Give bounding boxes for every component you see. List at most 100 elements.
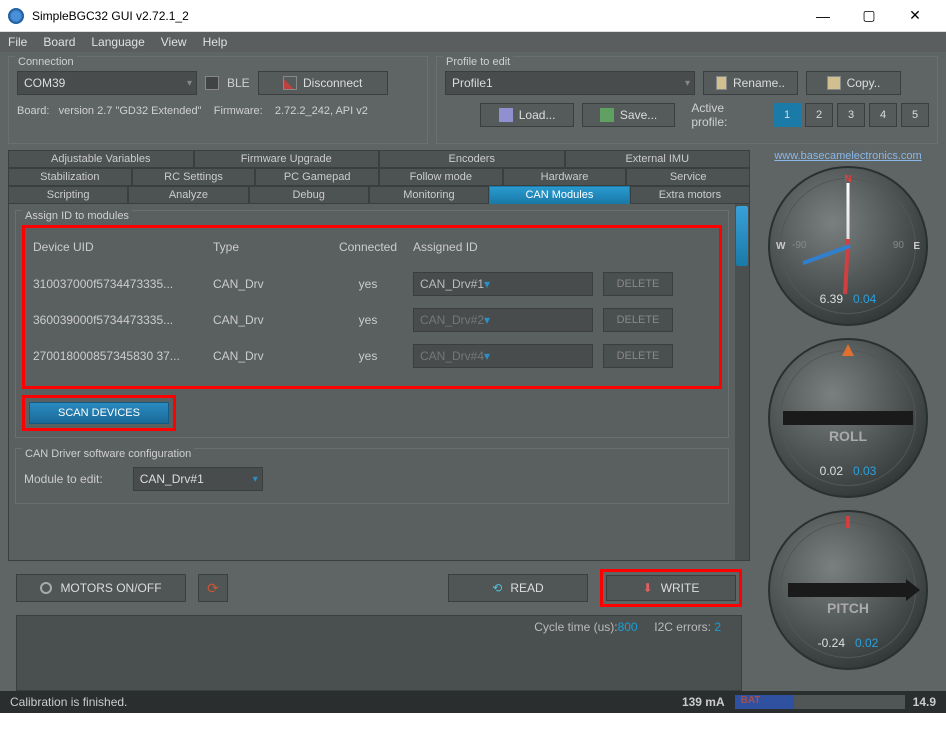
connection-panel: Connection COM39▾ BLE Disconnect Board: … <box>8 56 428 144</box>
pitch-arrow <box>788 583 908 597</box>
assigned-id-combo[interactable]: CAN_Drv#2▾ <box>413 308 593 332</box>
rename-button[interactable]: Rename.. <box>703 71 798 95</box>
pitch-gauge: -90 90 PITCH -0.24 0.02 <box>768 510 928 670</box>
menu-view[interactable]: View <box>161 35 187 49</box>
close-button[interactable]: ✕ <box>892 1 938 31</box>
device-table-highlight: Device UID Type Connected Assigned ID 31… <box>22 225 722 389</box>
copy-button[interactable]: Copy.. <box>806 71 901 95</box>
profile-panel: Profile to edit Profile1▾ Rename.. Copy.… <box>436 56 938 144</box>
scrollbar[interactable] <box>735 204 749 560</box>
assigned-id-combo[interactable]: CAN_Drv#4▾ <box>413 344 593 368</box>
window-title: SimpleBGC32 GUI v2.72.1_2 <box>32 9 800 23</box>
website-link[interactable]: www.basecamelectronics.com <box>774 150 921 162</box>
module-to-edit-combo[interactable]: CAN_Drv#1▾ <box>133 467 263 491</box>
profile-title: Profile to edit <box>443 56 513 68</box>
menu-language[interactable]: Language <box>91 35 144 49</box>
scrollbar-thumb[interactable] <box>736 206 748 266</box>
battery-value: 14.9 <box>913 695 936 709</box>
table-row: 360039000f5734473335... CAN_Drv yes CAN_… <box>33 302 711 338</box>
write-icon: ⬇ <box>643 581 653 595</box>
table-header: Device UID Type Connected Assigned ID <box>33 234 711 266</box>
menu-board[interactable]: Board <box>43 35 75 49</box>
action-bar: MOTORS ON/OFF ⟳ ⟲ READ ⬇ WRITE <box>8 561 750 615</box>
minimize-button[interactable]: — <box>800 1 846 31</box>
tab-service[interactable]: Service <box>626 168 750 186</box>
chevron-down-icon: ▾ <box>484 349 490 363</box>
scan-highlight: SCAN DEVICES <box>22 395 176 431</box>
tab-bar: Adjustable Variables Firmware Upgrade En… <box>8 150 750 204</box>
assigned-id-combo[interactable]: CAN_Drv#1▾ <box>413 272 593 296</box>
abort-button[interactable]: ⟳ <box>198 574 228 602</box>
motors-toggle-button[interactable]: MOTORS ON/OFF <box>16 574 186 602</box>
roll-marker-icon <box>842 344 854 356</box>
module-to-edit-label: Module to edit: <box>24 472 103 486</box>
gauges-panel: www.basecamelectronics.com N W E -90 90 … <box>758 150 938 691</box>
port-combo[interactable]: COM39▾ <box>17 71 197 95</box>
tab-pc-gamepad[interactable]: PC Gamepad <box>255 168 379 186</box>
menu-file[interactable]: File <box>8 35 27 49</box>
maximize-button[interactable]: ▢ <box>846 1 892 31</box>
compass-gauge: N W E -90 90 6.39 0.04 <box>768 166 928 326</box>
tab-follow-mode[interactable]: Follow mode <box>379 168 503 186</box>
profile-btn-1[interactable]: 1 <box>773 103 801 127</box>
menu-bar: File Board Language View Help <box>0 32 946 52</box>
menu-help[interactable]: Help <box>203 35 228 49</box>
roll-gauge: -90 90 ROLL 0.02 0.03 <box>768 338 928 498</box>
current-readout: 139 mA <box>682 695 725 709</box>
app-icon <box>8 8 24 24</box>
write-highlight: ⬇ WRITE <box>600 569 742 607</box>
config-title: CAN Driver software configuration <box>22 448 194 460</box>
delete-button[interactable]: DELETE <box>603 344 673 368</box>
write-button[interactable]: ⬇ WRITE <box>606 575 736 601</box>
tab-hardware[interactable]: Hardware <box>503 168 627 186</box>
battery-bar: BAT <box>735 695 905 709</box>
profile-btn-5[interactable]: 5 <box>901 103 929 127</box>
save-icon <box>600 108 614 122</box>
tab-rc-settings[interactable]: RC Settings <box>132 168 256 186</box>
assign-title: Assign ID to modules <box>22 210 132 222</box>
chevron-down-icon: ▾ <box>484 277 490 291</box>
profile-btn-2[interactable]: 2 <box>805 103 833 127</box>
delete-button[interactable]: DELETE <box>603 272 673 296</box>
chevron-down-icon: ▾ <box>253 474 258 485</box>
assign-id-group: Assign ID to modules Device UID Type Con… <box>15 210 729 438</box>
profile-btn-4[interactable]: 4 <box>869 103 897 127</box>
tab-debug[interactable]: Debug <box>249 186 369 204</box>
tab-scripting[interactable]: Scripting <box>8 186 128 204</box>
tab-adjustable-variables[interactable]: Adjustable Variables <box>8 150 194 168</box>
status-bar: Calibration is finished. 139 mA BAT 14.9 <box>0 691 946 713</box>
compass-east-icon: E <box>913 241 920 252</box>
ble-checkbox[interactable] <box>205 76 219 90</box>
can-config-group: CAN Driver software configuration Module… <box>15 448 729 504</box>
profile-btn-3[interactable]: 3 <box>837 103 865 127</box>
tab-firmware-upgrade[interactable]: Firmware Upgrade <box>194 150 380 168</box>
refresh-icon: ⟳ <box>207 580 219 597</box>
chevron-down-icon: ▾ <box>187 78 192 89</box>
tab-stabilization[interactable]: Stabilization <box>8 168 132 186</box>
disconnect-icon <box>283 76 297 90</box>
read-button[interactable]: ⟲ READ <box>448 574 588 602</box>
chevron-down-icon: ▾ <box>685 78 690 89</box>
table-row: 310037000f5734473335... CAN_Drv yes CAN_… <box>33 266 711 302</box>
power-icon <box>40 582 52 594</box>
tab-analyze[interactable]: Analyze <box>128 186 248 204</box>
window-titlebar: SimpleBGC32 GUI v2.72.1_2 — ▢ ✕ <box>0 0 946 32</box>
tab-encoders[interactable]: Encoders <box>379 150 565 168</box>
read-icon: ⟲ <box>492 581 502 595</box>
disconnect-button[interactable]: Disconnect <box>258 71 388 95</box>
connection-title: Connection <box>15 56 77 68</box>
save-button[interactable]: Save... <box>582 103 675 127</box>
tab-extra-motors[interactable]: Extra motors <box>630 186 750 204</box>
tab-external-imu[interactable]: External IMU <box>565 150 751 168</box>
chevron-down-icon: ▾ <box>484 313 490 327</box>
profile-combo[interactable]: Profile1▾ <box>445 71 695 95</box>
scan-devices-button[interactable]: SCAN DEVICES <box>29 402 169 424</box>
tab-can-modules[interactable]: CAN Modules <box>489 186 630 204</box>
delete-button[interactable]: DELETE <box>603 308 673 332</box>
load-button[interactable]: Load... <box>480 103 573 127</box>
tab-monitoring[interactable]: Monitoring <box>369 186 489 204</box>
status-area: Cycle time (us):800 I2C errors: 2 <box>16 615 742 691</box>
rename-icon <box>716 76 727 90</box>
table-row: 270018000857345830 37... CAN_Drv yes CAN… <box>33 338 711 374</box>
ble-label: BLE <box>227 76 250 90</box>
